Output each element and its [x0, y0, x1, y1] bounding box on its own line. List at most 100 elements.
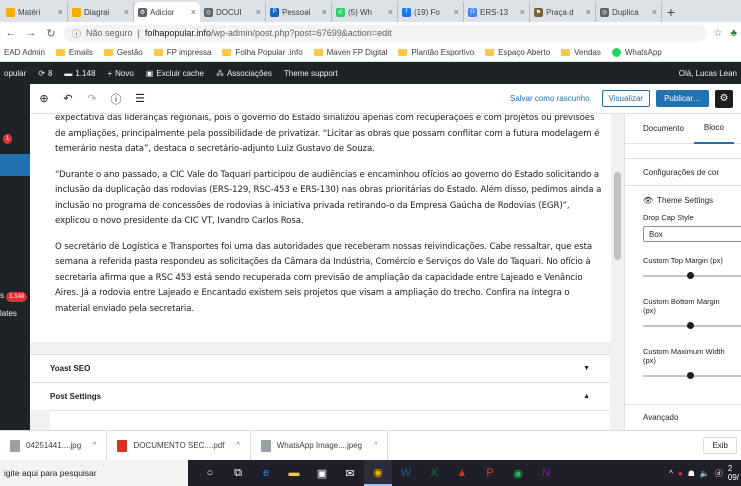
- advanced-panel[interactable]: Avançado: [625, 404, 741, 430]
- list-view-icon[interactable]: ☰: [134, 92, 146, 105]
- menu-item-templates[interactable]: lates: [0, 309, 17, 318]
- browser-tab[interactable]: ⚙ Adicior ×: [134, 2, 200, 22]
- tab-close-icon[interactable]: ×: [58, 7, 63, 17]
- menu-item-posts-active[interactable]: [0, 154, 30, 176]
- admin-site-name[interactable]: opular: [4, 69, 26, 78]
- menu-item-comments[interactable]: s 1.148: [0, 291, 28, 302]
- slider-knob[interactable]: [687, 272, 694, 279]
- paragraph-block[interactable]: “Durante o ano passado, a CIC Vale do Ta…: [55, 168, 606, 230]
- bottom-margin-slider[interactable]: [643, 319, 741, 333]
- slider-knob[interactable]: [687, 322, 694, 329]
- content-scrollbar[interactable]: [611, 114, 624, 430]
- admin-theme-support[interactable]: Theme support: [284, 69, 338, 78]
- taskbar-search-input[interactable]: igite aqui para pesquisar: [0, 460, 188, 486]
- show-all-downloads-button[interactable]: Exib: [703, 437, 737, 454]
- back-arrow-icon[interactable]: ←: [4, 27, 18, 39]
- post-settings-panel[interactable]: Post Settings ▲: [30, 382, 610, 410]
- paragraph-block[interactable]: O secretário de Logística e Transportes …: [55, 240, 606, 318]
- info-icon[interactable]: ⓘ: [110, 91, 122, 107]
- tab-close-icon[interactable]: ×: [586, 7, 591, 17]
- acrobat-icon[interactable]: ▲: [448, 460, 476, 486]
- download-item[interactable]: 04251441....jpg ^: [0, 430, 108, 461]
- paragraph-block[interactable]: expectativa das lideranças regionais, po…: [55, 114, 606, 158]
- scrollbar-thumb[interactable]: [614, 172, 621, 260]
- browser-tab[interactable]: ◎ Duplica ×: [596, 2, 662, 22]
- onenote-icon[interactable]: N: [532, 460, 560, 486]
- theme-settings-header[interactable]: 👁 Theme Settings: [643, 196, 733, 205]
- browser-tab[interactable]: f (19) Fo ×: [398, 2, 464, 22]
- tray-chevron-icon[interactable]: ^: [669, 469, 673, 478]
- tab-close-icon[interactable]: ×: [322, 7, 327, 17]
- chevron-up-icon[interactable]: ▲: [583, 393, 590, 400]
- network-icon[interactable]: ☗: [688, 469, 695, 478]
- bookmark-item[interactable]: Espaço Aberto: [485, 48, 550, 57]
- add-block-icon[interactable]: ⊕: [38, 92, 50, 105]
- star-icon[interactable]: ☆: [713, 28, 722, 39]
- tab-close-icon[interactable]: ×: [191, 7, 196, 17]
- slider-knob[interactable]: [687, 372, 694, 379]
- color-settings-header[interactable]: Configurações de cor: [625, 158, 741, 186]
- bookmark-item[interactable]: Gestão: [103, 48, 143, 57]
- tab-close-icon[interactable]: ×: [454, 7, 459, 17]
- preview-button[interactable]: Visualizar: [601, 90, 651, 107]
- language-icon[interactable]: ⓓ: [715, 468, 723, 479]
- task-view-icon[interactable]: ⧉: [224, 460, 252, 486]
- bookmark-item[interactable]: EAD Admin: [4, 48, 45, 57]
- browser-tab[interactable]: Diagrai ×: [68, 2, 134, 22]
- edge-icon[interactable]: e: [252, 460, 280, 486]
- url-text[interactable]: folhapopular.info/wp-admin/post.php?post…: [145, 28, 392, 38]
- tab-close-icon[interactable]: ×: [520, 7, 525, 17]
- settings-gear-icon[interactable]: ⚙: [715, 89, 733, 108]
- top-margin-slider[interactable]: [643, 269, 741, 283]
- bookmark-item[interactable]: Folha Popular .info: [222, 48, 303, 57]
- bookmark-item[interactable]: Maven FP Digital: [313, 48, 387, 57]
- excel-icon[interactable]: X: [420, 460, 448, 486]
- tray-app-icon[interactable]: ●: [678, 469, 683, 478]
- bookmark-item[interactable]: FP impressa: [153, 48, 211, 57]
- download-menu-icon[interactable]: ^: [93, 442, 96, 449]
- file-explorer-icon[interactable]: ▬: [280, 460, 308, 486]
- max-width-slider[interactable]: [643, 369, 741, 383]
- browser-tab[interactable]: ⚑ Praça d ×: [530, 2, 596, 22]
- browser-tab[interactable]: G ERS-13 ×: [464, 2, 530, 22]
- publish-button[interactable]: Publicar…: [656, 90, 709, 107]
- bookmark-item[interactable]: Vendas: [561, 48, 601, 57]
- undo-icon[interactable]: ↶: [62, 92, 74, 105]
- reload-icon[interactable]: ↻: [44, 27, 58, 40]
- url-input[interactable]: ⓘ Não seguro | folhapopular.info/wp-admi…: [64, 24, 708, 42]
- tray-clock[interactable]: 2 09/: [728, 464, 739, 482]
- forward-arrow-icon[interactable]: →: [24, 27, 38, 39]
- chevron-down-icon[interactable]: ▼: [583, 365, 590, 372]
- admin-comments[interactable]: ▬ 1.148: [64, 69, 95, 78]
- redo-icon[interactable]: ↷: [86, 92, 98, 105]
- word-icon[interactable]: W: [392, 460, 420, 486]
- tab-close-icon[interactable]: ×: [256, 7, 261, 17]
- tab-close-icon[interactable]: ×: [652, 7, 657, 17]
- bookmark-item[interactable]: Plantão Esportivo: [398, 48, 474, 57]
- tab-close-icon[interactable]: ×: [124, 7, 129, 17]
- mail-icon[interactable]: ✉: [336, 460, 364, 486]
- admin-user-greeting[interactable]: Olá, Lucas Lean: [679, 69, 737, 78]
- browser-tab[interactable]: ✆ (5) Wh ×: [332, 2, 398, 22]
- spotify-icon[interactable]: ◉: [504, 460, 532, 486]
- new-tab-button[interactable]: +: [662, 2, 680, 22]
- admin-clear-cache[interactable]: ▣ Excluir cache: [146, 69, 204, 78]
- download-item[interactable]: WhatsApp Image....jpeg ^: [251, 430, 389, 461]
- tab-document[interactable]: Documento: [633, 114, 694, 144]
- admin-associations[interactable]: ⁂ Associações: [216, 69, 272, 78]
- admin-updates[interactable]: ⟳ 8: [38, 69, 52, 78]
- info-icon[interactable]: ⓘ: [72, 27, 81, 40]
- browser-tab[interactable]: P Pessoal ×: [266, 2, 332, 22]
- bookmark-item[interactable]: Emails: [55, 48, 93, 57]
- security-label[interactable]: Não seguro: [86, 28, 133, 38]
- cortana-icon[interactable]: ○: [196, 460, 224, 486]
- extension-icon[interactable]: ♣: [730, 28, 737, 39]
- admin-new[interactable]: + Novo: [107, 69, 133, 78]
- browser-tab[interactable]: ◎ DOCUI ×: [200, 2, 266, 22]
- tab-block[interactable]: Bloco: [693, 114, 734, 144]
- yoast-seo-panel[interactable]: Yoast SEO ▼: [30, 354, 610, 382]
- store-icon[interactable]: ▣: [308, 460, 336, 486]
- download-menu-icon[interactable]: ^: [236, 442, 239, 449]
- powerpoint-icon[interactable]: P: [476, 460, 504, 486]
- volume-icon[interactable]: 🔈: [700, 469, 710, 478]
